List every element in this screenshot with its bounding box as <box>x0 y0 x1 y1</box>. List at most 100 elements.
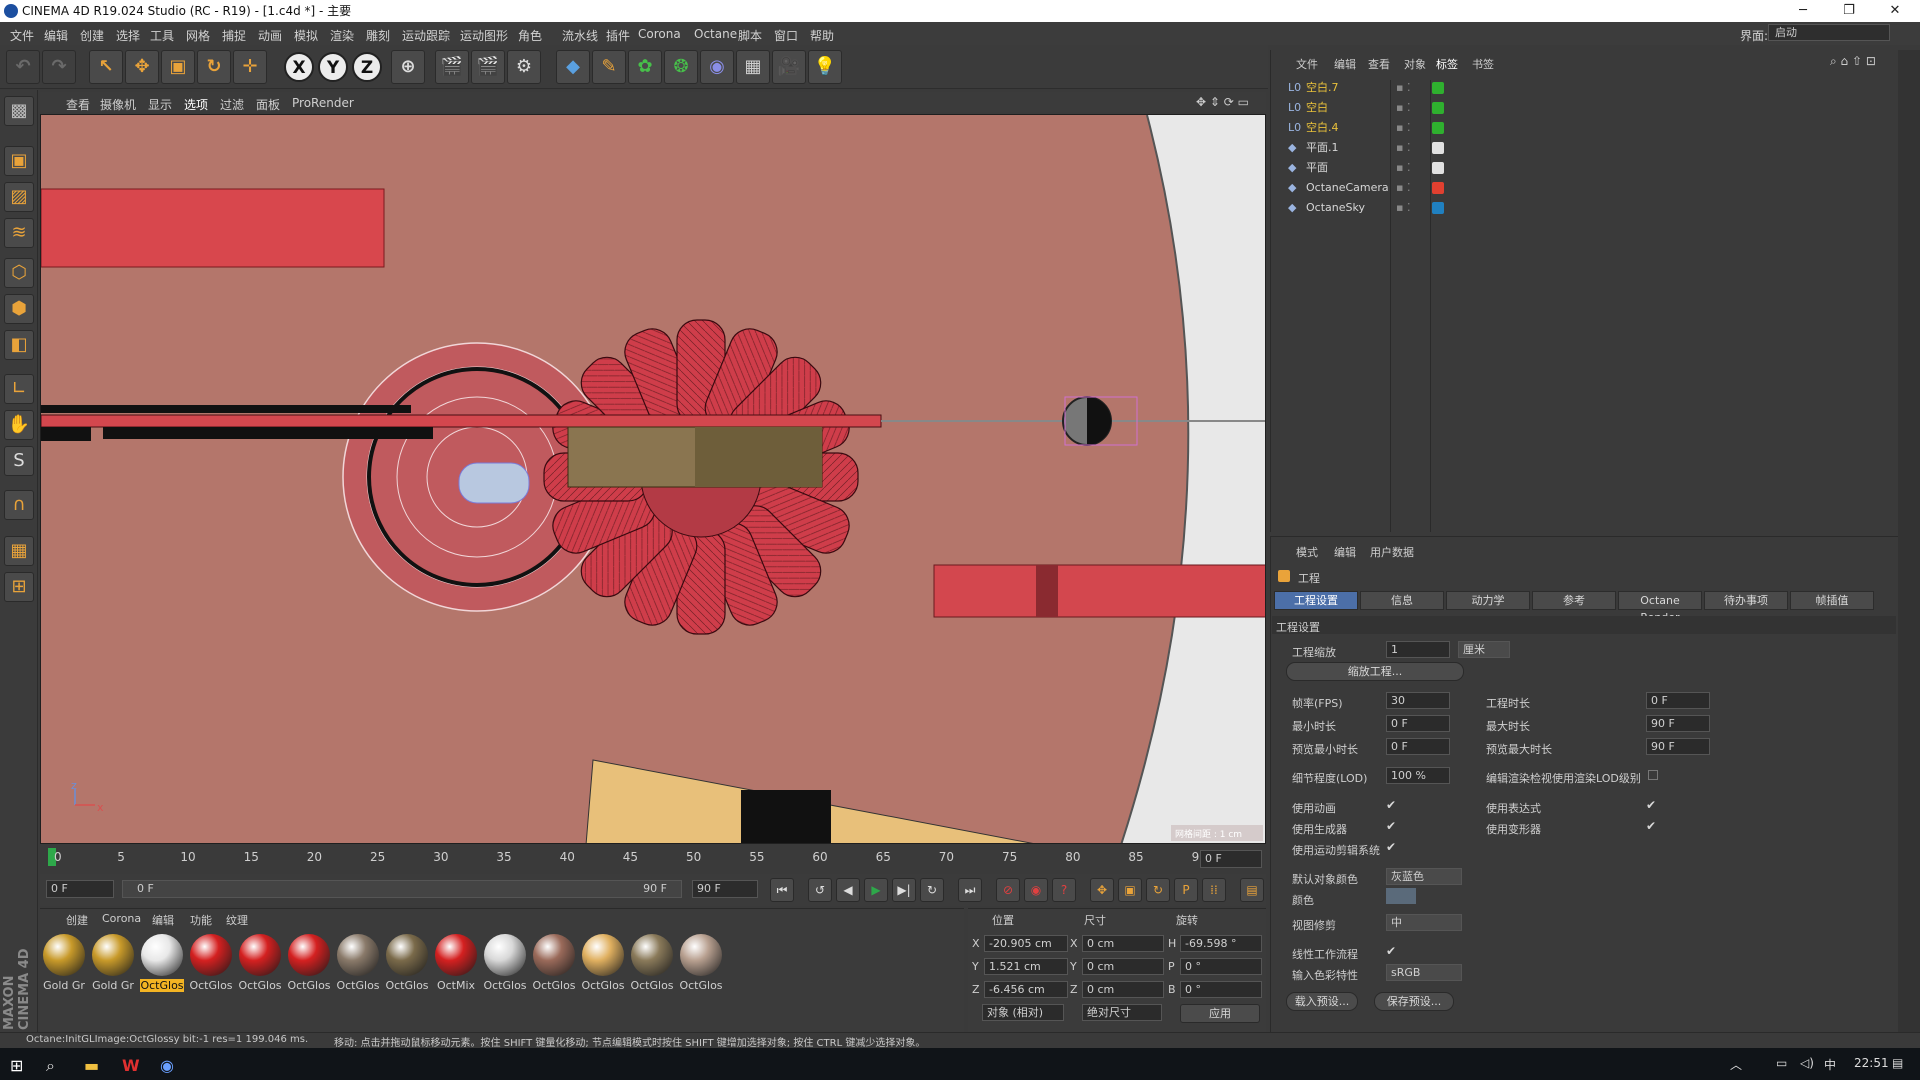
record-icon[interactable]: ⊘ <box>996 878 1020 902</box>
material-swatch[interactable]: OctGlos <box>189 934 233 992</box>
coord-position-field[interactable]: 1.521 cm <box>984 958 1068 975</box>
pen-spline-icon[interactable]: ✎ <box>592 50 626 84</box>
attribute-subtab-4[interactable]: Octane Render <box>1618 591 1702 624</box>
texture-mode-icon[interactable]: ▨ <box>4 182 34 212</box>
prev-frame-icon[interactable]: ◀ <box>836 878 860 902</box>
visibility-icon[interactable]: ▪ ⁚ <box>1396 138 1410 157</box>
magnet-icon[interactable]: ∩ <box>4 490 34 520</box>
use-expression-checkbox[interactable]: ✔ <box>1646 798 1656 812</box>
material-swatch[interactable]: OctGlos <box>385 934 429 992</box>
coord-size-field[interactable]: 0 cm <box>1082 981 1164 998</box>
lock-z-button[interactable]: Z <box>352 52 382 82</box>
workplane-icon[interactable]: ▦ <box>4 536 34 566</box>
material-swatch[interactable]: OctGlos <box>630 934 674 992</box>
viewport-nav-icons[interactable]: ✥ ⇕ ⟳ ▭ <box>1196 95 1249 109</box>
menu-item-9[interactable]: 渲染 <box>330 27 354 44</box>
coord-rotation-field[interactable]: 0 ° <box>1180 981 1262 998</box>
object-name[interactable]: 空白 <box>1306 98 1328 117</box>
object-manager-tab-2[interactable]: 查看 <box>1368 56 1390 72</box>
key-param-icon[interactable]: P <box>1174 878 1198 902</box>
menu-item-7[interactable]: 动画 <box>258 27 282 44</box>
coord-rotation-field[interactable]: 0 ° <box>1180 958 1262 975</box>
object-manager-tab-3[interactable]: 对象 <box>1404 56 1426 72</box>
keyframe-selection-icon[interactable]: ? <box>1052 878 1076 902</box>
object-manager-tab-0[interactable]: 文件 <box>1296 56 1318 72</box>
model-mode-icon[interactable]: ▣ <box>4 146 34 176</box>
menu-item-3[interactable]: 选择 <box>116 27 140 44</box>
coord-rotation-field[interactable]: -69.598 ° <box>1180 935 1262 952</box>
key-rotation-icon[interactable]: ↻ <box>1146 878 1170 902</box>
menu-item-20[interactable]: 帮助 <box>810 27 834 44</box>
select-tool-icon[interactable]: ↖ <box>89 50 123 84</box>
material-swatch[interactable]: OctGlos <box>483 934 527 992</box>
use-generator-checkbox[interactable]: ✔ <box>1386 819 1396 833</box>
viewport-menu-0[interactable]: 查看 <box>66 96 90 113</box>
viewport-menu-6[interactable]: ProRender <box>292 96 354 110</box>
object-tag-icon[interactable] <box>1432 82 1444 94</box>
object-row[interactable]: ◆ 平面 ▪ ⁚ <box>1276 158 1892 177</box>
cloner-icon[interactable]: ❂ <box>664 50 698 84</box>
go-start-icon[interactable]: ⏮ <box>770 878 794 902</box>
menu-item-0[interactable]: 文件 <box>10 27 34 44</box>
file-explorer-icon[interactable]: ▬ <box>84 1056 99 1075</box>
attribute-subtab-3[interactable]: 参考 <box>1532 591 1616 610</box>
material-swatch[interactable]: OctGlos <box>336 934 380 992</box>
render-settings-icon[interactable]: ⚙ <box>507 50 541 84</box>
make-editable-icon[interactable]: ▩ <box>4 96 34 126</box>
attribute-tab-1[interactable]: 编辑 <box>1334 544 1356 560</box>
coord-size-mode-select[interactable]: 绝对尺寸 <box>1082 1004 1162 1021</box>
preview-max-field[interactable]: 90 F <box>1646 738 1710 755</box>
deformer-icon[interactable]: ◉ <box>700 50 734 84</box>
render-picture-viewer-icon[interactable]: 🎬 <box>471 50 505 84</box>
material-swatch[interactable]: Gold Gr <box>42 934 86 992</box>
edges-mode-icon[interactable]: ⬢ <box>4 294 34 324</box>
key-position-icon[interactable]: ✥ <box>1090 878 1114 902</box>
coord-position-field[interactable]: -20.905 cm <box>984 935 1068 952</box>
live-select-icon[interactable]: ✛ <box>233 50 267 84</box>
object-name[interactable]: OctaneCamera <box>1306 178 1389 197</box>
use-motion-checkbox[interactable]: ✔ <box>1386 840 1396 854</box>
subdivision-icon[interactable]: ✿ <box>628 50 662 84</box>
coord-size-field[interactable]: 0 cm <box>1082 935 1164 952</box>
max-time-field[interactable]: 90 F <box>1646 715 1710 732</box>
visibility-icon[interactable]: ▪ ⁚ <box>1396 118 1410 137</box>
object-tag-icon[interactable] <box>1432 142 1444 154</box>
viewport-menu-2[interactable]: 显示 <box>148 96 172 113</box>
menu-item-14[interactable]: 流水线 <box>562 27 598 44</box>
visibility-icon[interactable]: ▪ ⁚ <box>1396 178 1410 197</box>
scale-tool-icon[interactable]: ▣ <box>161 50 195 84</box>
object-row[interactable]: L0 空白.7 ▪ ⁚ <box>1276 78 1892 97</box>
key-scale-icon[interactable]: ▣ <box>1118 878 1142 902</box>
attribute-subtab-1[interactable]: 信息 <box>1360 591 1444 610</box>
menu-item-10[interactable]: 雕刻 <box>366 27 390 44</box>
range-slider[interactable]: 0 F 90 F <box>122 880 682 898</box>
preview-min-field[interactable]: 0 F <box>1386 738 1450 755</box>
timeline-layout-icon[interactable]: ▤ <box>1240 878 1264 902</box>
object-row[interactable]: ◆ 平面.1 ▪ ⁚ <box>1276 138 1892 157</box>
wps-icon[interactable]: W <box>122 1056 140 1075</box>
object-manager-tab-4[interactable]: 标签 <box>1436 56 1458 72</box>
camera-icon[interactable]: 🎥 <box>772 50 806 84</box>
linear-workflow-checkbox[interactable]: ✔ <box>1386 944 1396 958</box>
material-swatch[interactable]: OctGlos <box>140 934 184 992</box>
start-icon[interactable]: ⊞ <box>10 1056 23 1075</box>
undo-button[interactable]: ↶ <box>6 50 40 84</box>
ime-icon[interactable]: 中 <box>1824 1056 1836 1073</box>
menu-item-2[interactable]: 创建 <box>80 27 104 44</box>
object-row[interactable]: L0 空白 ▪ ⁚ <box>1276 98 1892 117</box>
use-animation-checkbox[interactable]: ✔ <box>1386 798 1396 812</box>
menu-item-6[interactable]: 捕捉 <box>222 27 246 44</box>
visibility-icon[interactable]: ▪ ⁚ <box>1396 98 1410 117</box>
duration-field[interactable]: 0 F <box>1646 692 1710 709</box>
view-clip-select[interactable]: 中 <box>1386 914 1462 931</box>
search-icon[interactable]: ⌕ <box>46 1056 55 1076</box>
object-name[interactable]: 空白.4 <box>1306 118 1339 137</box>
use-deformer-checkbox[interactable]: ✔ <box>1646 819 1656 833</box>
color-profile-select[interactable]: sRGB <box>1386 964 1462 981</box>
notification-icon[interactable]: ▤ <box>1892 1056 1903 1070</box>
start-frame-field[interactable]: 0 F <box>46 880 114 898</box>
attribute-subtab-5[interactable]: 待办事项 <box>1704 591 1788 610</box>
color-swatch[interactable] <box>1386 888 1416 904</box>
fps-field[interactable]: 30 <box>1386 692 1450 709</box>
menu-item-11[interactable]: 运动跟踪 <box>402 27 450 44</box>
